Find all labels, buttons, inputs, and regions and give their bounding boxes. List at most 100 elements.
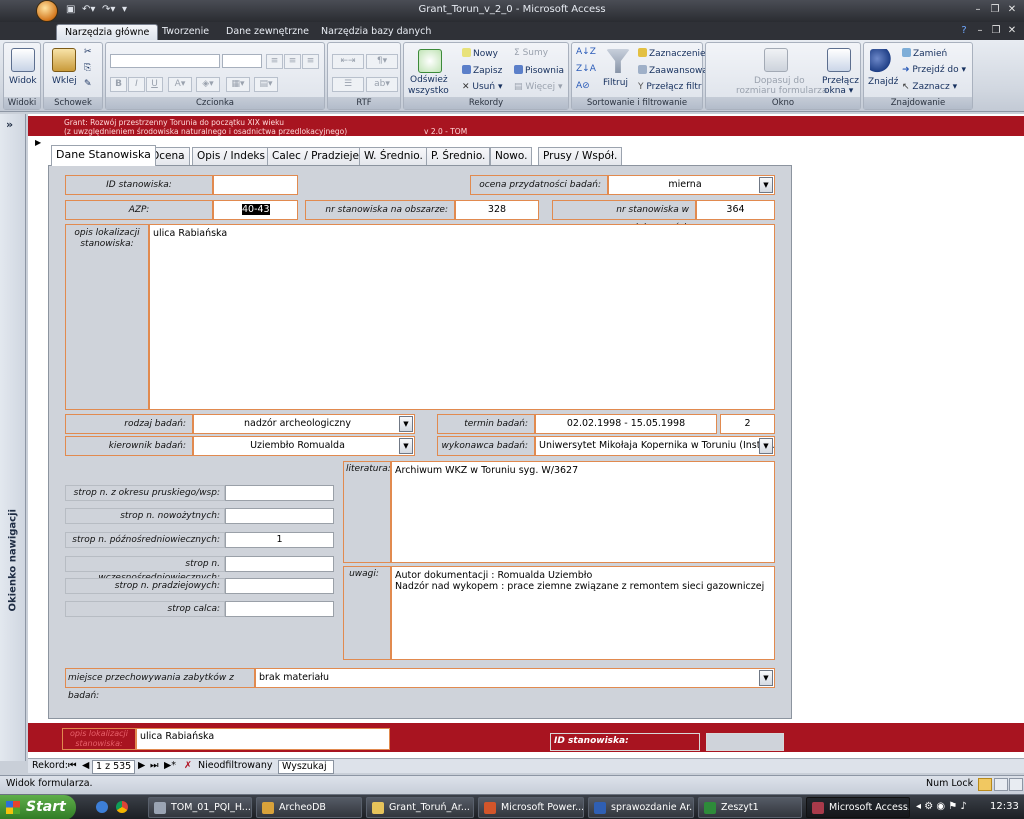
save-record-button[interactable]: Zapisz [462,65,502,76]
chevron-down-icon[interactable]: ▼ [759,177,773,193]
doc-restore-icon[interactable]: ❐ [988,24,1004,38]
new-record-button[interactable]: Nowy [462,48,498,59]
strop-field[interactable] [225,578,334,594]
taskbar-item[interactable]: sprawozdanie Ar... [588,797,694,818]
wykonawca-badan-combo[interactable]: Uniwersytet Mikołaja Kopernika w Toruniu… [535,436,775,456]
uwagi-field[interactable]: Autor dokumentacji : Romualda Uziembło N… [391,566,775,660]
replace-button[interactable]: Zamień [902,48,947,59]
form-tab-calec-pradzieje[interactable]: Calec / Pradzieje [267,147,364,165]
widok-button[interactable]: Widok [9,76,37,86]
binoculars-icon[interactable] [870,49,894,73]
record-position-field[interactable]: 1 z 535 [92,760,136,774]
next-record-icon[interactable]: ▶ [138,760,145,772]
strop-field[interactable] [225,508,334,524]
footer-opis-field[interactable]: ulica Rabiańska [136,728,390,750]
termin-badan-field[interactable]: 02.02.1998 - 15.05.1998 [535,414,717,434]
find-button[interactable]: Znajdź [868,77,898,87]
search-field[interactable]: Wyszukaj [278,760,334,774]
delete-record-button[interactable]: ✕ Usuń ▾ [462,82,502,92]
gridlines-icon[interactable]: ▦▾ [226,77,250,92]
fill-color-icon[interactable]: ◈▾ [196,77,220,92]
form-tab-w-sredn[interactable]: W. Średnio. [359,147,428,165]
expand-chevron-icon[interactable]: » [6,118,13,131]
font-size-combo[interactable] [222,54,262,68]
switch-windows-icon[interactable] [827,48,851,72]
form-tab-p-sredn[interactable]: P. Średnio. [426,147,491,165]
chrome-icon[interactable] [116,801,128,813]
taskbar-item-active[interactable]: Microsoft Access... [806,797,910,818]
strop-field[interactable] [225,601,334,617]
azp-field[interactable]: 40-43 [213,200,298,220]
paragraph-icon[interactable]: ¶▾ [366,54,398,69]
tab-dane-zewnetrzne[interactable]: Dane zewnętrzne [218,24,317,40]
sort-ascending-icon[interactable]: A↓Z [576,47,596,57]
chevron-down-icon[interactable]: ▼ [399,438,413,454]
filter-icon[interactable] [606,49,630,73]
tab-narzedzia-bazy-danych[interactable]: Narzędzia bazy danych [313,24,439,40]
tray-icons[interactable]: ◂ ⚙ ◉ ⚑ ♪ [916,801,967,812]
bold-icon[interactable]: B [110,77,127,92]
highlight-icon[interactable]: ab▾ [366,77,398,92]
odswiez-button[interactable]: Odśwież [410,75,448,85]
size-to-fit-icon[interactable] [764,48,788,72]
cut-icon[interactable]: ✂ [84,47,92,57]
taskbar-item[interactable]: ArcheoDB [256,797,362,818]
toggle-filter-button[interactable]: Y Przełącz filtr [638,82,702,92]
nr-obszar-field[interactable]: 328 [455,200,539,220]
refresh-icon[interactable] [418,49,442,73]
form-tab-nowo[interactable]: Nowo. [490,147,533,165]
wszystko-label[interactable]: wszystko [408,86,449,96]
copy-icon[interactable]: ⎘ [84,63,91,73]
minimize-icon[interactable]: – [970,3,986,17]
spelling-button[interactable]: Pisownia [514,65,564,76]
layout-view-icon[interactable] [994,778,1008,791]
taskbar-item[interactable]: Microsoft Power... [478,797,584,818]
paste-icon[interactable] [52,48,76,72]
prev-record-icon[interactable]: ◀ [82,760,89,772]
chevron-down-icon[interactable]: ▼ [759,670,773,686]
more-button[interactable]: ▤ Więcej ▾ [514,82,563,92]
switch-windows-button[interactable]: Przełącz [822,76,859,86]
miejsce-combo[interactable]: brak materiału ▼ [255,668,775,688]
form-view-icon[interactable] [978,778,992,791]
italic-icon[interactable]: I [128,77,145,92]
sort-descending-icon[interactable]: Z↓A [576,64,596,74]
tab-tworzenie[interactable]: Tworzenie [154,24,217,40]
nr-miejsc-field[interactable]: 364 [696,200,775,220]
font-name-combo[interactable] [110,54,220,68]
format-painter-icon[interactable]: ✎ [84,79,92,89]
align-left-icon[interactable]: ≡ [266,54,283,69]
taskbar-item[interactable]: TOM_01_PQI_H... [148,797,252,818]
chevron-down-icon[interactable]: ▼ [399,416,413,432]
kierownik-badan-combo[interactable]: Uziembło Romualda ▼ [193,436,415,456]
font-color-icon[interactable]: A▾ [168,77,192,92]
filtruj-button[interactable]: Filtruj [603,78,628,88]
clear-sort-icon[interactable]: A⊘ [576,81,590,91]
navigation-pane[interactable]: » Okienko nawigacji [0,114,26,761]
literatura-field[interactable]: Archiwum WKZ w Toruniu syg. W/3627 [391,461,775,563]
tab-narzedzia-glowne[interactable]: Narzędzia główne [56,24,159,40]
goto-button[interactable]: ➜ Przejdź do ▾ [902,65,966,75]
size-to-fit-button[interactable]: Dopasuj do [754,76,805,86]
chevron-down-icon[interactable]: ▼ [759,438,773,454]
last-record-icon[interactable]: ⏭ [150,760,159,772]
bullets-icon[interactable]: ☰ [332,77,364,92]
rodzaj-badan-combo[interactable]: nadzór archeologiczny ▼ [193,414,415,434]
first-record-icon[interactable]: ⏮ [68,760,77,772]
taskbar-item[interactable]: Zeszyt1 [698,797,802,818]
view-icon[interactable] [11,48,35,72]
taskbar-item[interactable]: Grant_Toruń_Ar... [366,797,474,818]
close-icon[interactable]: ✕ [1004,3,1020,17]
id-stanowiska-field[interactable] [213,175,298,195]
start-button[interactable]: Start [0,795,76,819]
footer-id-field[interactable] [706,733,784,751]
ocena-combo[interactable]: mierna ▼ [608,175,775,195]
opis-lokalizacji-field[interactable]: ulica Rabiańska [149,224,775,410]
selection-button[interactable]: Zaznaczenie ▾ [638,48,713,59]
strop-field[interactable]: 1 [225,532,334,548]
align-center-icon[interactable]: ≡ [284,54,301,69]
indent-icon[interactable]: ⇤⇥ [332,54,364,69]
select-button[interactable]: ↖ Zaznacz ▾ [902,82,957,92]
help-icon[interactable]: ? [956,24,972,38]
totals-button[interactable]: Σ Sumy [514,48,548,58]
